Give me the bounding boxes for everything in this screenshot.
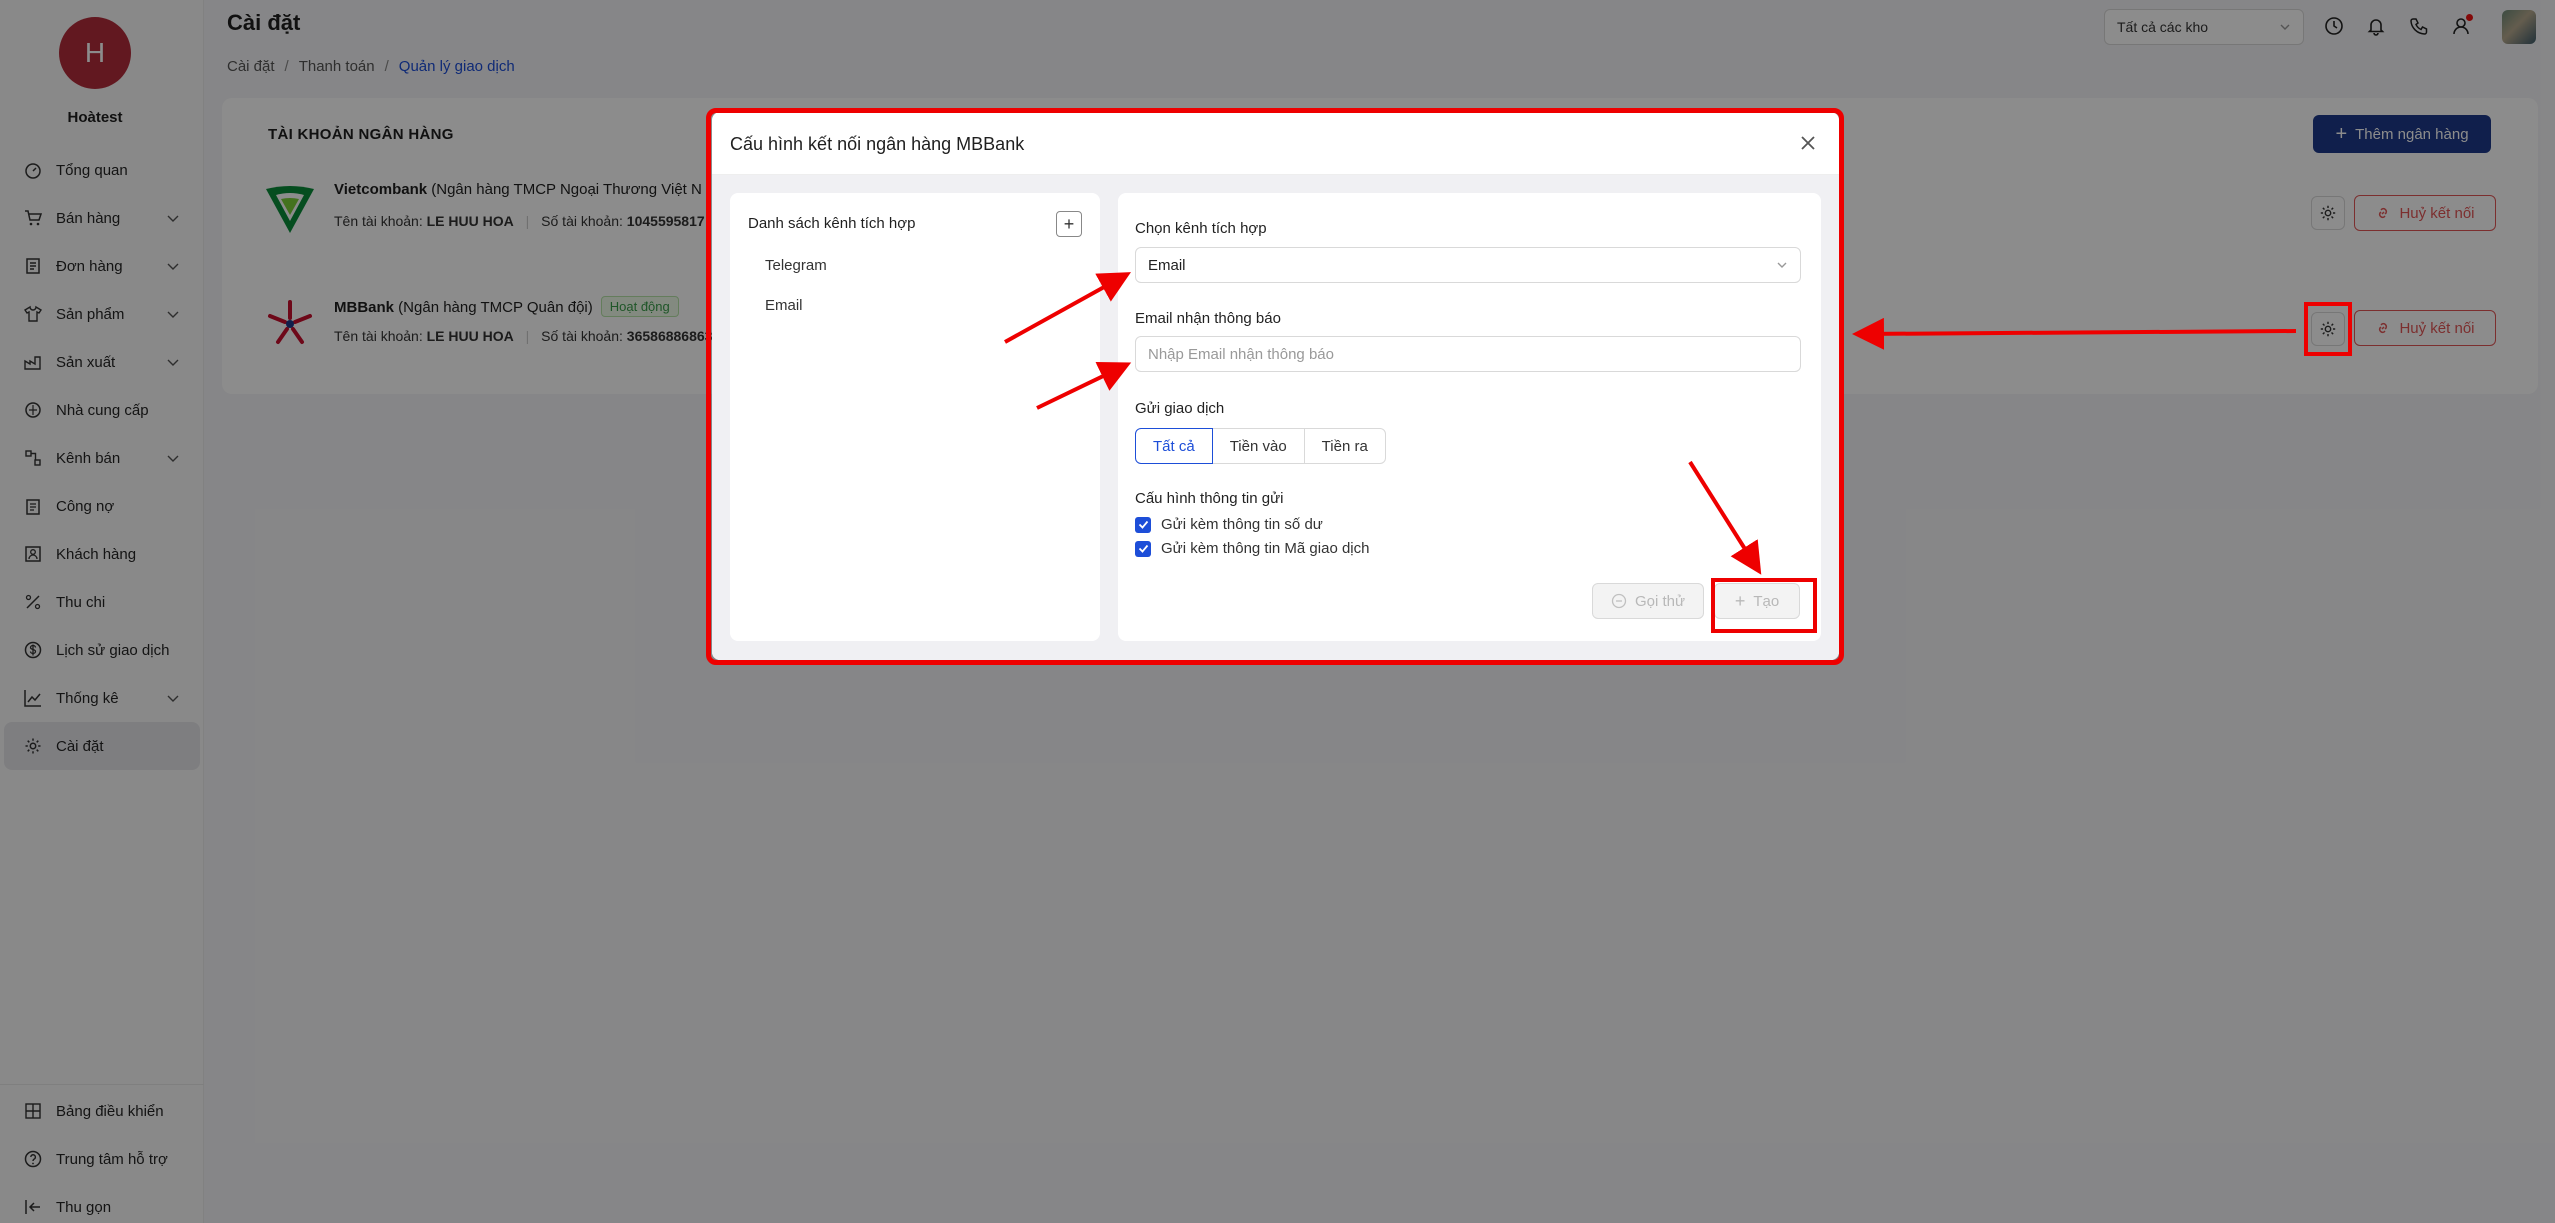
annotation-gear-highlight (2304, 302, 2352, 356)
annotation-modal-highlight (706, 108, 1844, 665)
annotation-create-highlight (1711, 578, 1817, 633)
segment-all[interactable]: Tất cả (1135, 428, 1213, 464)
